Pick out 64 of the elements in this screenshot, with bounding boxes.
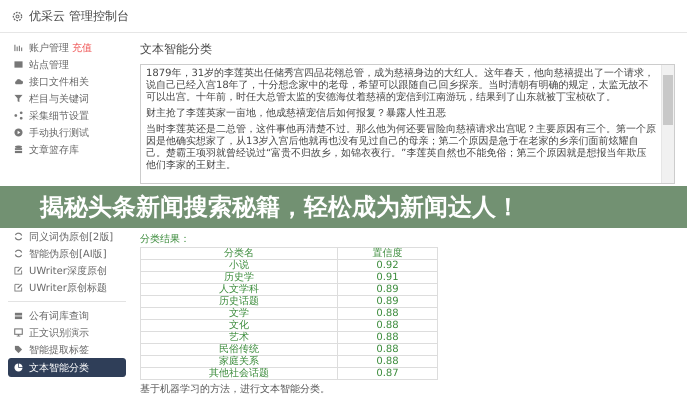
edit-icon <box>14 283 23 292</box>
share-icon <box>14 111 23 120</box>
table-cell: 民俗传统 <box>140 344 338 356</box>
column-header: 置信度 <box>337 248 438 260</box>
sidebar-item[interactable]: UWriter原创标题 <box>8 279 126 296</box>
recharge-link[interactable]: 充值 <box>72 40 92 54</box>
filter-icon <box>14 94 23 103</box>
sidebar-item[interactable]: 公有词库查询 <box>8 307 126 324</box>
page-heading: 文本智能分类 <box>140 41 213 58</box>
footer-note: 基于机器学习的方法，进行文本智能分类。 <box>140 382 331 396</box>
table-cell: 历史话题 <box>140 296 338 308</box>
tag-icon <box>14 345 23 354</box>
sidebar-item[interactable]: 站点管理 <box>8 56 126 73</box>
sidebar-item[interactable]: UWriter深度原创 <box>8 262 126 279</box>
sidebar-item[interactable]: 文本智能分类 <box>8 358 126 377</box>
table-cell: 文化 <box>140 320 338 332</box>
table-cell: 0.88 <box>337 332 438 344</box>
table-cell: 0.88 <box>337 344 438 356</box>
table-cell: 0.88 <box>337 356 438 368</box>
table-cell: 历史学 <box>140 272 338 284</box>
sidebar-item[interactable]: 正文识别演示 <box>8 324 126 341</box>
article-paragraph: 1879年，31岁的李莲英出任储秀宫四品花翎总管，成为慈禧身边的大红人。这年春天，他向慈禧提出了一个请求，说自己已经入宫18年了，十分想念家中的老母，希望可以跟随自己回乡探亲。当时清朝有明确的规定，太监无故不可以出宫。十年前，时任大总管太监的安德海仗着慈禧的宠信到江南游玩，结果到了山东就被丁宝桢砍了。 <box>146 68 656 104</box>
sidebar-item[interactable]: 智能提取标签 <box>8 341 126 358</box>
pie-chart-icon <box>14 363 23 372</box>
sidebar-item[interactable]: 智能伪原创[AI版] <box>8 245 126 262</box>
sidebar-item[interactable]: 接口文件相关 <box>8 73 126 90</box>
refresh-icon <box>14 232 23 241</box>
console-title: 优采云 管理控制台 <box>29 8 129 24</box>
refresh-icon <box>14 249 23 258</box>
stack-icon <box>14 311 23 320</box>
table-cell: 0.87 <box>337 368 438 380</box>
table-cell: 文学 <box>140 308 338 320</box>
play-icon <box>14 128 23 137</box>
article-paragraph: 当时李莲英还是二总管，这件事他再清楚不过。那么他为何还要冒险向慈禧请求出宫呢？主要原因有三个。第一个原因是他确实想家了，从13岁入宫后他就再也没有见过自己的母亲；第二个原因是急于在老家的乡亲们面前炫耀自己。楚霸王项羽就曾经说过“富贵不归故乡，如锦衣夜行。”李莲英自然也不能免俗；第三个原因就是想报当年欺压他们李家的王财主。 <box>146 124 656 172</box>
table-cell: 艺术 <box>140 332 338 344</box>
result-label: 分类结果： <box>140 232 191 246</box>
cloud-icon <box>14 77 23 86</box>
database-icon <box>14 145 23 154</box>
table-cell: 0.89 <box>337 296 438 308</box>
table-cell: 家庭关系 <box>140 356 338 368</box>
table-cell: 小说 <box>140 260 338 272</box>
monitor-icon <box>14 328 23 337</box>
table-cell: 0.89 <box>337 284 438 296</box>
table-cell: 其他社会话题 <box>140 368 338 380</box>
table-cell: 0.88 <box>337 308 438 320</box>
table-cell: 0.91 <box>337 272 438 284</box>
settings-icon <box>12 10 23 22</box>
article-paragraph: 财主抢了李莲英家一亩地，他成慈禧宠信后如何报复？暴露人性丑恶 <box>146 108 447 120</box>
sidebar-item[interactable]: 手动执行测试 <box>8 124 126 141</box>
sidebar-item[interactable]: 文章篮存库 <box>8 141 126 158</box>
chart-icon <box>14 43 23 52</box>
table-cell: 0.88 <box>337 320 438 332</box>
scrollbar[interactable] <box>661 65 674 183</box>
sidebar-item[interactable]: 采集细节设置 <box>8 107 126 124</box>
banner-headline: 揭秘头条新闻搜索秘籍，轻松成为新闻达人！ <box>40 192 520 223</box>
column-header: 分类名 <box>140 248 338 260</box>
sidebar-item[interactable]: 同义词伪原创[2版] <box>8 228 126 245</box>
table-cell: 0.92 <box>337 260 438 272</box>
text-area-field[interactable] <box>140 64 675 184</box>
sidebar-item[interactable]: 栏目与关键词 <box>8 90 126 107</box>
sidebar-item[interactable]: 账户管理 充值 <box>8 39 126 56</box>
edit-icon <box>14 266 23 275</box>
table-cell: 人文学科 <box>140 284 338 296</box>
list-icon <box>14 60 23 69</box>
